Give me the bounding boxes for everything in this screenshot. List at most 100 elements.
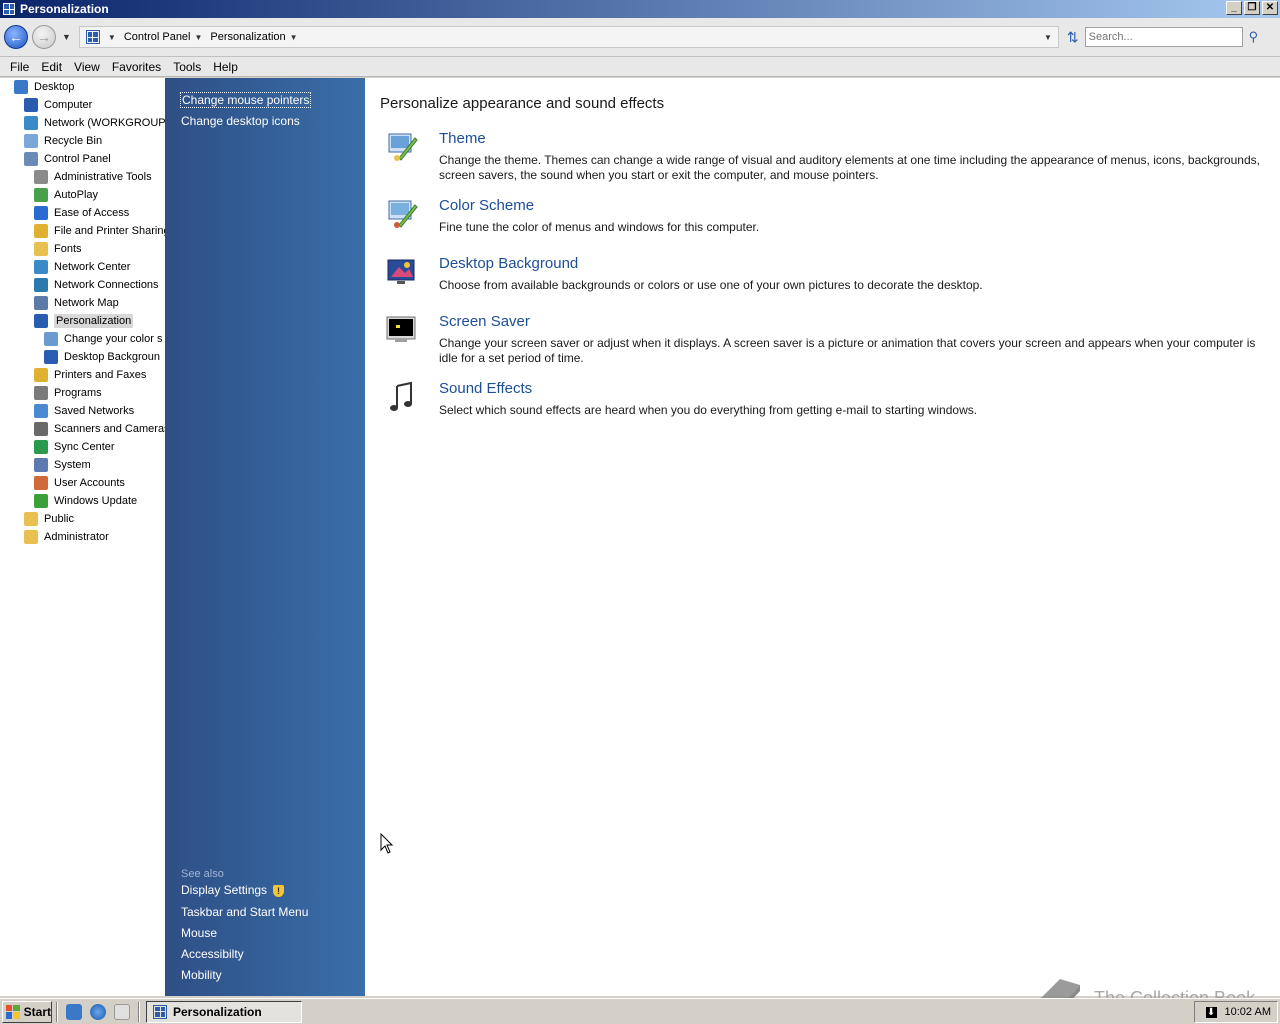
address-root-dropdown[interactable]: ▼ (108, 33, 116, 42)
recent-pages-dropdown[interactable]: ▼ (62, 32, 71, 42)
tree-item-label: Ease of Access (54, 207, 130, 219)
breadcrumb-personalization[interactable]: Personalization ▼ (210, 31, 297, 43)
network-icon (24, 116, 38, 130)
network-connections-icon (34, 278, 48, 292)
taskbar-start-menu-link[interactable]: Taskbar and Start Menu (181, 905, 308, 919)
restore-button[interactable]: ❐ (1244, 1, 1260, 15)
tree-item-label: Network Connections (54, 279, 159, 291)
desktop-background-icon (44, 350, 58, 364)
search-icon[interactable]: ⚲ (1249, 29, 1259, 45)
tree-item-label: Windows Update (54, 495, 138, 507)
tree-item-label: Network Center (54, 261, 131, 273)
screen-saver-link[interactable]: Screen Saver (439, 313, 530, 330)
change-desktop-icons-link[interactable]: Change desktop icons (181, 114, 300, 128)
screen-saver-description: Change your screen saver or adjust when … (439, 336, 1256, 365)
tree-item-label: System (54, 459, 91, 471)
color-scheme-link[interactable]: Color Scheme (439, 197, 534, 214)
menu-favorites[interactable]: Favorites (106, 60, 167, 74)
menu-view[interactable]: View (68, 60, 106, 74)
color-scheme-icon (388, 200, 418, 228)
tree-item[interactable]: File and Printer Sharing (0, 222, 165, 240)
address-field[interactable]: ▼ Control Panel ▼ Personalization ▼ ▼ (78, 26, 1059, 48)
chevron-down-icon[interactable]: ▼ (195, 33, 203, 42)
back-button[interactable]: ← (4, 25, 28, 49)
shield-icon: ! (273, 884, 285, 897)
folder-tree: Desktop Computer Network (WORKGROUP Recycle… (0, 78, 165, 996)
tree-item[interactable]: System (0, 456, 165, 474)
menu-tools[interactable]: Tools (167, 60, 207, 74)
tree-item[interactable]: Network Connections (0, 276, 165, 294)
tree-item-label: User Accounts (54, 477, 125, 489)
tree-item[interactable]: Personalization (0, 312, 165, 330)
tree-item[interactable]: Network Center (0, 258, 165, 276)
tree-item[interactable]: Windows Update (0, 492, 165, 510)
tree-item[interactable]: Scanners and Cameras (0, 420, 165, 438)
download-icon[interactable]: ⬇ (1205, 1006, 1217, 1018)
search-input[interactable] (1084, 27, 1243, 47)
tree-item[interactable]: Saved Networks (0, 402, 165, 420)
address-dropdown-icon[interactable]: ▼ (1044, 33, 1052, 42)
tree-item-label: Administrative Tools (54, 171, 152, 183)
display-settings-label: Display Settings (181, 883, 268, 897)
minimize-button[interactable]: _ (1226, 1, 1242, 15)
tree-item[interactable]: Administrator (0, 528, 165, 546)
switch-windows-icon[interactable] (114, 1003, 130, 1020)
breadcrumb-control-panel[interactable]: Control Panel ▼ (124, 31, 203, 43)
forward-button[interactable]: → (32, 25, 56, 49)
windows-update-icon (34, 494, 48, 508)
tree-item-label: AutoPlay (54, 189, 99, 201)
control-panel-icon (85, 30, 100, 44)
show-desktop-icon[interactable] (66, 1003, 82, 1020)
accessibility-link[interactable]: Accessibilty (181, 947, 244, 961)
taskbar-window-label: Personalization (173, 1004, 262, 1019)
display-settings-link[interactable]: Display Settings! (181, 883, 285, 897)
tree-item[interactable]: Sync Center (0, 438, 165, 456)
desktop-background-link[interactable]: Desktop Background (439, 255, 578, 272)
tree-item[interactable]: User Accounts (0, 474, 165, 492)
close-button[interactable]: ✕ (1262, 1, 1278, 15)
sound-effects-description: Select which sound effects are heard whe… (439, 403, 978, 417)
page-title: Personalize appearance and sound effects (380, 95, 665, 112)
tree-item[interactable]: Network Map (0, 294, 165, 312)
change-mouse-pointers-link[interactable]: Change mouse pointers (180, 92, 312, 108)
mobility-link[interactable]: Mobility (181, 968, 222, 982)
mouse-link[interactable]: Mouse (181, 926, 217, 940)
computer-icon (24, 98, 38, 112)
tree-item-label: Sync Center (54, 441, 115, 453)
menu-help[interactable]: Help (207, 60, 244, 74)
tree-item[interactable]: Administrative Tools (0, 168, 165, 186)
tree-item[interactable]: Desktop Backgroun (0, 348, 165, 366)
clock[interactable]: 10:02 AM (1225, 1006, 1271, 1018)
tree-item-label: Administrator (44, 531, 109, 543)
tree-item[interactable]: Control Panel (0, 150, 165, 168)
window-title: Personalization (20, 2, 109, 16)
printer-icon (34, 368, 48, 382)
tree-item[interactable]: Recycle Bin (0, 132, 165, 150)
user-accounts-icon (34, 476, 48, 490)
personalization-icon (34, 314, 48, 328)
menu-file[interactable]: File (4, 60, 35, 74)
start-label: Start (23, 1004, 51, 1019)
refresh-icon[interactable]: ⇅ (1067, 29, 1079, 46)
tree-item[interactable]: Ease of Access (0, 204, 165, 222)
recycle-bin-icon (24, 134, 38, 148)
chevron-down-icon[interactable]: ▼ (290, 33, 298, 42)
internet-explorer-icon[interactable] (90, 1003, 106, 1020)
tree-item[interactable]: Printers and Faxes (0, 366, 165, 384)
tree-item[interactable]: Computer (0, 96, 165, 114)
tree-item[interactable]: AutoPlay (0, 186, 165, 204)
see-also-heading: See also (181, 868, 224, 880)
theme-link[interactable]: Theme (439, 130, 486, 147)
tree-item[interactable]: Programs (0, 384, 165, 402)
sound-effects-item: Sound Effects Select which sound effects… (385, 380, 1270, 420)
tree-item-label: Control Panel (44, 153, 111, 165)
tree-item[interactable]: Network (WORKGROUP (0, 114, 165, 132)
menu-edit[interactable]: Edit (35, 60, 68, 74)
tree-item[interactable]: Change your color s (0, 330, 165, 348)
taskbar-window-personalization[interactable]: Personalization (146, 1000, 302, 1023)
tree-item[interactable]: Desktop (0, 78, 165, 96)
tree-item[interactable]: Public (0, 510, 165, 528)
sound-effects-link[interactable]: Sound Effects (439, 380, 532, 397)
start-button[interactable]: Start (2, 1000, 52, 1023)
tree-item[interactable]: Fonts (0, 240, 165, 258)
